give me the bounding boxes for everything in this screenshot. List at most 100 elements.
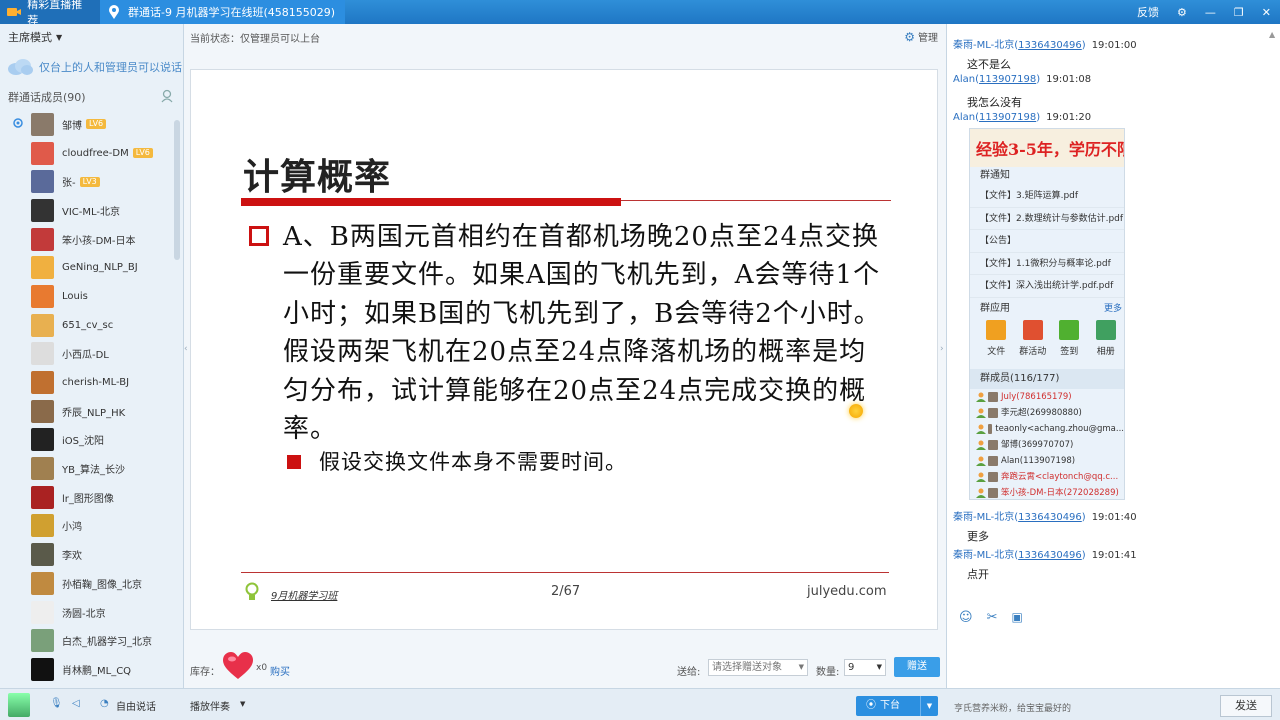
member-item[interactable]: 白杰_机器学习_北京	[0, 626, 184, 655]
member-item[interactable]: 笨小孩-DM-日本	[0, 225, 184, 254]
buy-link[interactable]: 购买	[270, 663, 290, 678]
member-item[interactable]: Louis	[0, 282, 184, 311]
group-notice-item[interactable]: 【文件】3.矩阵运算.pdf	[970, 185, 1124, 208]
maximize-icon[interactable]: ❐	[1225, 6, 1253, 19]
member-item[interactable]: iOS_沈阳	[0, 426, 184, 455]
avatar[interactable]	[31, 514, 54, 538]
message-sender[interactable]: Alan	[953, 112, 975, 123]
member-item[interactable]: 小鸿	[0, 512, 184, 541]
minimize-icon[interactable]: —	[1196, 6, 1225, 19]
quantity-select[interactable]: 9 ▼	[844, 659, 886, 676]
group-notice-item[interactable]: 【文件】深入浅出统计学.pdf.pdf	[970, 275, 1124, 298]
avatar[interactable]	[31, 141, 54, 165]
collapse-left-icon[interactable]: ‹	[184, 344, 188, 354]
message-qq[interactable]: 113907198	[979, 112, 1036, 123]
member-item[interactable]: GeNing_NLP_BJ	[0, 253, 184, 282]
avatar[interactable]	[31, 198, 54, 222]
member-item[interactable]: 张- LV3	[0, 167, 184, 196]
avatar[interactable]	[31, 457, 54, 481]
member-item[interactable]: cloudfree-DM LV6	[0, 139, 184, 168]
free-talk-toggle[interactable]: 自由说话	[116, 698, 156, 713]
collapse-right-icon[interactable]: ›	[940, 344, 944, 354]
message-qq[interactable]: 1336430496	[1018, 512, 1082, 523]
play-accompaniment[interactable]: 播放伴奏	[190, 698, 230, 713]
member-item[interactable]: 邹博 LV6	[0, 110, 184, 139]
member-item[interactable]: 肖林鹏_ML_CQ	[0, 655, 184, 684]
gift-button[interactable]: 赠送	[894, 657, 940, 677]
member-scrollbar[interactable]	[174, 120, 180, 260]
group-notice-item[interactable]: 【文件】2.数理统计与参数估计.pdf	[970, 208, 1124, 230]
message-sender[interactable]: 秦雨-ML-北京	[953, 40, 1014, 51]
member-item[interactable]: 汤圆-北京	[0, 598, 184, 627]
group-member[interactable]: 李元超(269980880)	[970, 405, 1124, 421]
group-member[interactable]: teaonly<achang.zhou@gma...	[970, 421, 1124, 437]
member-item[interactable]: VIC-ML-北京	[0, 196, 184, 225]
group-member[interactable]: Alan(113907198)	[970, 453, 1124, 469]
avatar[interactable]	[31, 657, 54, 681]
manage-button[interactable]: ⚙ 管理	[904, 29, 938, 45]
group-member[interactable]: 邹博(369970707)	[970, 437, 1124, 453]
member-item[interactable]: 乔辰_NLP_HK	[0, 397, 184, 426]
tab-group-call[interactable]: 群通话-9 月机器学习在线班(458155029)	[100, 0, 346, 24]
send-button[interactable]: 发送	[1220, 695, 1272, 717]
member-item[interactable]: 651_cv_sc	[0, 311, 184, 340]
avatar[interactable]	[8, 693, 30, 717]
avatar[interactable]	[31, 313, 54, 337]
avatar[interactable]	[31, 399, 54, 423]
avatar[interactable]	[31, 571, 54, 595]
chevron-down-icon[interactable]: ▼	[240, 700, 245, 708]
member-item[interactable]: YB_算法_长沙	[0, 454, 184, 483]
tab-live-recommend[interactable]: 精彩直播推荐	[0, 0, 100, 27]
avatar[interactable]	[31, 342, 54, 366]
mode-selector[interactable]: 主席模式 ▼	[0, 24, 183, 50]
slide: 计算概率 A、B两国元首相约在首都机场晚20点至24点交换一份重要文件。如果A国…	[190, 69, 938, 630]
feedback-link[interactable]: 反馈	[1128, 4, 1168, 20]
group-notice-item[interactable]: 【文件】1.1微积分与概率论.pdf	[970, 253, 1124, 275]
speaker-icon[interactable]: ◁	[72, 698, 80, 709]
group-member[interactable]: 笨小孩-DM-日本(272028289)	[970, 485, 1124, 500]
send-to-select[interactable]: 请选择赠送对象 ▼	[708, 659, 808, 676]
avatar[interactable]	[31, 600, 54, 624]
emoji-icon[interactable]: ☺	[959, 610, 973, 625]
message-screenshot[interactable]: 经验3-5年，学历不限 群通知 【文件】3.矩阵运算.pdf 【文件】2.数理统计…	[969, 128, 1125, 500]
group-app[interactable]: 文件	[978, 318, 1015, 357]
member-item[interactable]: 李欢	[0, 540, 184, 569]
heart-icon[interactable]	[222, 652, 254, 680]
chevron-down-icon[interactable]: ▼	[920, 696, 938, 716]
avatar[interactable]	[31, 170, 54, 194]
message-sender[interactable]: Alan	[953, 74, 975, 85]
group-app[interactable]: 群活动	[1015, 318, 1052, 357]
group-member[interactable]: July(786165179)	[970, 389, 1124, 405]
avatar[interactable]	[31, 284, 54, 308]
settings-icon[interactable]: ⚙	[1168, 6, 1196, 19]
avatar[interactable]	[31, 428, 54, 452]
microphone-icon[interactable]: 🎙	[50, 698, 63, 709]
group-app[interactable]: 签到	[1051, 318, 1088, 357]
message-qq[interactable]: 1336430496	[1018, 550, 1082, 561]
member-item[interactable]: lr_图形图像	[0, 483, 184, 512]
avatar[interactable]	[31, 256, 54, 280]
message-sender[interactable]: 秦雨-ML-北京	[953, 550, 1014, 561]
avatar[interactable]	[31, 485, 54, 509]
group-app[interactable]: 相册	[1088, 318, 1125, 357]
avatar[interactable]	[31, 227, 54, 251]
avatar[interactable]	[31, 371, 54, 395]
leave-stage-button[interactable]: ⦿ 下台 ▼	[856, 696, 938, 716]
scissors-icon[interactable]: ✂	[987, 610, 998, 625]
close-icon[interactable]: ✕	[1253, 6, 1280, 19]
member-item[interactable]: 小西瓜-DL	[0, 340, 184, 369]
avatar[interactable]	[31, 629, 54, 653]
member-item[interactable]: cherish-ML-BJ	[0, 368, 184, 397]
scroll-up-icon[interactable]: ▲	[1269, 30, 1277, 39]
member-item[interactable]: 孙栢鞠_图像_北京	[0, 569, 184, 598]
group-notice-item[interactable]: 【公告】	[970, 230, 1124, 253]
image-icon[interactable]: ▣	[1011, 610, 1022, 625]
message-qq[interactable]: 1336430496	[1018, 40, 1082, 51]
message-qq[interactable]: 113907198	[979, 74, 1036, 85]
avatar[interactable]	[31, 112, 54, 136]
avatar[interactable]	[31, 543, 54, 567]
more-link[interactable]: 更多	[1104, 300, 1122, 318]
message-sender[interactable]: 秦雨-ML-北京	[953, 512, 1014, 523]
user-search-icon[interactable]	[161, 89, 175, 103]
group-member[interactable]: 奔跑云霄<claytonch@qq.c...	[970, 469, 1124, 485]
